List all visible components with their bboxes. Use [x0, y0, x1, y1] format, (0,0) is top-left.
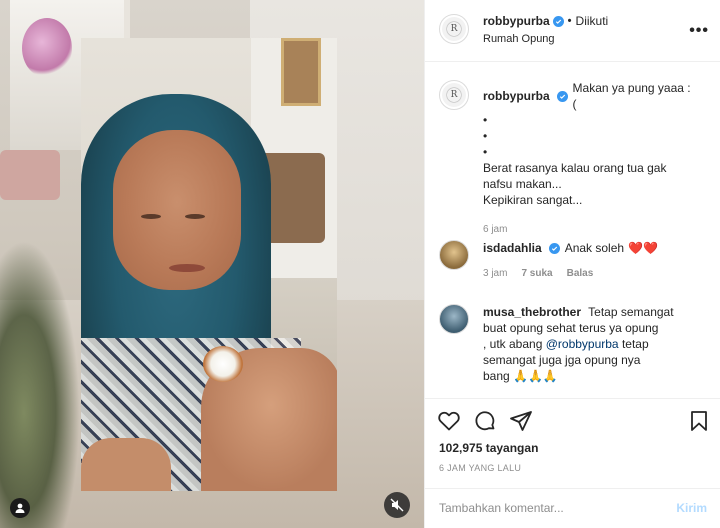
caption-bullet: • — [483, 113, 488, 127]
comment-text: Anak soleh — [564, 241, 625, 255]
rice-food — [203, 346, 243, 382]
post-header: R robbypurba • Diikuti Rumah Opung ••• — [425, 0, 720, 62]
post-actions: 102,975 tayangan 6 JAM YANG LALU — [425, 398, 720, 488]
comment-username[interactable]: isdadahlia — [483, 240, 542, 256]
post-timestamp[interactable]: 6 JAM YANG LALU — [439, 463, 521, 473]
comment-item: isdadahlia Anak soleh ❤️❤️ 3 jam 7 suka … — [439, 240, 693, 282]
caption-text: Makan ya pung yaaa :( — [572, 81, 691, 111]
caption-time[interactable]: 6 jam — [483, 222, 507, 238]
caption-text: Berat rasanya kalau orang tua gak — [483, 161, 667, 175]
comment-icon[interactable] — [473, 409, 497, 433]
separator-dot: • — [567, 15, 572, 27]
comment-likes[interactable]: 7 suka — [521, 266, 552, 282]
comment-text: , utk abang — [483, 337, 546, 351]
plant-pot — [0, 150, 60, 200]
comment-text: semangat juga jga opung nya — [483, 353, 641, 367]
caption-avatar-logo: R — [442, 83, 466, 107]
author-name-row: robbypurba • Diikuti — [483, 14, 608, 28]
commenter-avatar[interactable] — [439, 240, 469, 270]
comment-line: musa_thebrother Tetap semangat — [483, 304, 693, 320]
comment-text: Tetap semangat — [588, 305, 674, 319]
left-eye — [141, 214, 161, 219]
palm-fronds — [0, 240, 80, 528]
add-comment-bar: Tambahkan komentar... Kirim — [425, 488, 720, 528]
comments-section: R robbypurba Makan ya pung yaaa :( • • •… — [425, 62, 720, 398]
mouth — [169, 264, 205, 272]
post-detail-panel: R robbypurba • Diikuti Rumah Opung ••• R… — [424, 0, 720, 528]
author-avatar-logo: R — [442, 17, 466, 41]
bookmark-icon[interactable] — [687, 409, 711, 433]
comment-body: musa_thebrother Tetap semangat buat opun… — [483, 304, 693, 384]
follow-status[interactable]: Diikuti — [576, 14, 609, 28]
caption-bullet: • — [483, 129, 488, 143]
comment-time[interactable]: 3 jam — [483, 266, 507, 282]
mention-link[interactable]: @robbypurba — [546, 337, 619, 351]
heart-emoji: ❤️❤️ — [628, 241, 658, 255]
woman-hand-with-spoon — [81, 438, 171, 491]
post-media — [0, 0, 424, 528]
view-count[interactable]: 102,975 tayangan — [439, 441, 538, 455]
caption-text: Kepikiran sangat... — [483, 193, 583, 207]
caption-text: nafsu makan... — [483, 177, 562, 191]
caption-meta: 6 jam — [483, 222, 693, 238]
author-username[interactable]: robbypurba — [483, 14, 550, 28]
comment-line: isdadahlia Anak soleh ❤️❤️ — [483, 240, 658, 256]
right-eye — [185, 214, 205, 219]
comment-line: , utk abang @robbypurba tetap — [483, 336, 693, 352]
caption-comment: R robbypurba Makan ya pung yaaa :( • • •… — [439, 80, 693, 238]
author-avatar[interactable]: R — [439, 14, 469, 44]
paper-plane-icon[interactable] — [509, 409, 533, 433]
caption-bullet: • — [483, 145, 488, 159]
caption-username[interactable]: robbypurba — [483, 88, 550, 104]
verified-badge-icon — [548, 242, 560, 254]
comment-text: tetap — [618, 337, 649, 351]
comment-text: bang 🙏🙏🙏 — [483, 369, 558, 383]
comment-text: buat opung sehat terus ya opung — [483, 321, 659, 335]
caption-first-line: robbypurba Makan ya pung yaaa :( — [483, 80, 693, 112]
caption-body: robbypurba Makan ya pung yaaa :( • • • B… — [483, 80, 693, 238]
verified-badge-icon — [556, 90, 568, 102]
commenter-avatar[interactable] — [439, 304, 469, 334]
comment-meta: 3 jam 7 suka Balas — [483, 266, 693, 282]
comment-item: musa_thebrother Tetap semangat buat opun… — [439, 304, 693, 384]
video-picture-frame — [281, 38, 321, 106]
reply-button[interactable]: Balas — [567, 266, 594, 282]
heart-icon[interactable] — [437, 409, 461, 433]
more-options-button[interactable]: ••• — [689, 22, 709, 40]
orchid-plant — [22, 18, 72, 78]
comment-input[interactable]: Tambahkan komentar... — [439, 501, 564, 515]
verified-badge-icon — [552, 15, 564, 27]
muted-speaker-icon[interactable] — [384, 492, 410, 518]
caption-avatar[interactable]: R — [439, 80, 469, 110]
post-comment-button[interactable]: Kirim — [676, 501, 707, 515]
user-tag-icon[interactable] — [10, 498, 30, 518]
post-location[interactable]: Rumah Opung — [483, 33, 555, 45]
video-player[interactable] — [81, 38, 337, 491]
comment-username[interactable]: musa_thebrother — [483, 305, 581, 319]
comment-body: isdadahlia Anak soleh ❤️❤️ 3 jam 7 suka … — [483, 240, 693, 282]
